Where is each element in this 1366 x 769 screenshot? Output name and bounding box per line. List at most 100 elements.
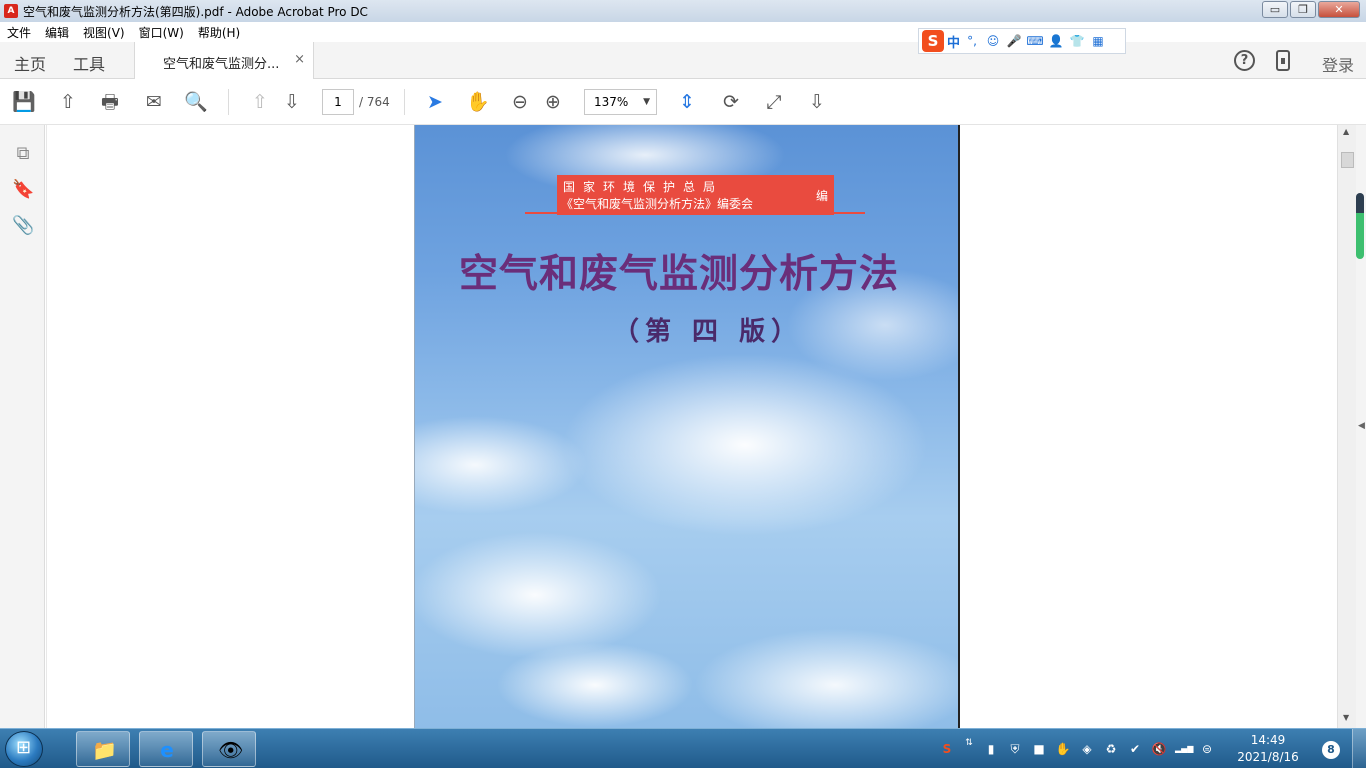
tab-home[interactable]: 主页 <box>14 51 46 75</box>
window-title: 空气和废气监测分析方法(第四版).pdf - Adobe Acrobat Pro… <box>23 4 368 19</box>
bookmark-icon[interactable]: 🔖 <box>12 179 34 203</box>
mobile-link-icon[interactable] <box>1276 50 1290 71</box>
next-page-icon[interactable]: ⇩ <box>280 90 304 114</box>
hand-tray-icon[interactable]: ✋ <box>1055 741 1071 757</box>
internet-explorer-icon: e <box>160 738 174 762</box>
book-edition: （第 四 版） <box>613 317 804 347</box>
green-status-marker <box>1356 193 1364 259</box>
start-button[interactable] <box>5 731 43 767</box>
windows-taskbar: 📁 e 👁 S ⇅ ▮ ⛨ ■ ✋ ◈ ♻ ✔ 🔇 ▂▄▆ ⊜ 14:49 20… <box>0 728 1366 769</box>
taskbar-explorer[interactable]: 📁 <box>76 731 130 767</box>
banner-underline <box>525 212 865 214</box>
scrollbar-thumb[interactable] <box>1341 152 1354 168</box>
tab-document[interactable]: 空气和废气监测分... × <box>134 42 314 79</box>
skin-icon[interactable]: 👕 <box>1068 32 1086 50</box>
email-icon[interactable]: ✉ <box>142 90 166 114</box>
toolbar-divider <box>228 89 229 115</box>
zoom-out-icon[interactable]: ⊖ <box>508 90 532 114</box>
toolbox-grid-icon[interactable]: ▦ <box>1089 32 1107 50</box>
window-title-bar: A 空气和废气监测分析方法(第四版).pdf - Adobe Acrobat P… <box>0 0 1366 22</box>
expand-right-pane-icon[interactable]: ◀ <box>1358 421 1365 431</box>
menu-help[interactable]: 帮助(H) <box>191 24 247 41</box>
page-thumbnails-icon[interactable]: ⧉ <box>12 143 34 167</box>
read-mode-icon[interactable]: ⇩ <box>805 90 829 114</box>
clock-date: 2021/8/16 <box>1237 750 1299 764</box>
system-tray: S ⇅ ▮ ⛨ ■ ✋ ◈ ♻ ✔ 🔇 ▂▄▆ ⊜ <box>925 729 1235 769</box>
punctuation-icon[interactable]: °, <box>963 32 981 50</box>
help-icon[interactable]: ? <box>1234 50 1255 71</box>
zoom-in-icon[interactable]: ⊕ <box>541 90 565 114</box>
scroll-up-icon[interactable]: ▲ <box>1343 127 1349 136</box>
shield-icon[interactable]: ⛨ <box>1007 741 1023 757</box>
check-icon[interactable]: ✔ <box>1127 741 1143 757</box>
menu-window[interactable]: 窗口(W) <box>132 24 191 41</box>
document-tab-label: 空气和废气监测分... <box>163 57 280 72</box>
full-screen-icon[interactable]: ⤢ <box>762 90 786 114</box>
hand-tool-icon[interactable]: ✋ <box>466 90 490 114</box>
keyboard-icon[interactable]: ⌨ <box>1026 32 1044 50</box>
ime-toolbar: S 中 °, ☺ 🎤 ⌨ 👤 👕 ▦ <box>918 28 1126 54</box>
window-controls: ▭ ❐ ✕ <box>1262 1 1360 18</box>
device-icon[interactable]: ■ <box>1031 741 1047 757</box>
publisher-banner: 国家环境保护总局 《空气和废气监测分析方法》编委会 编 <box>557 175 834 215</box>
menu-bar: 文件 编辑 视图(V) 窗口(W) 帮助(H) <box>0 22 1366 42</box>
toolbar-divider <box>404 89 405 115</box>
minimize-button[interactable]: ▭ <box>1262 1 1288 18</box>
publisher-line-2: 《空气和废气监测分析方法》编委会 <box>561 197 754 211</box>
menu-view[interactable]: 视图(V) <box>76 24 132 41</box>
close-window-button[interactable]: ✕ <box>1318 1 1360 18</box>
menu-file[interactable]: 文件 <box>0 24 38 41</box>
eye-tool-icon: 👁 <box>218 738 244 762</box>
page-total-label: / 764 <box>359 95 390 109</box>
show-desktop-button[interactable] <box>1352 729 1366 769</box>
notification-badge[interactable]: 8 <box>1322 741 1340 759</box>
close-tab-icon[interactable]: × <box>294 52 305 67</box>
book-title: 空气和废气监测分析方法 <box>459 251 900 297</box>
user-icon[interactable]: 👤 <box>1047 32 1065 50</box>
vertical-scrollbar[interactable]: ▲ ▼ <box>1337 125 1356 728</box>
search-icon[interactable]: 🔍 <box>184 90 208 114</box>
taskbar-screen-tool[interactable]: 👁 <box>202 731 256 767</box>
upload-cloud-icon[interactable]: ⇧ <box>56 90 80 114</box>
publisher-line-1: 国家环境保护总局 <box>563 180 724 194</box>
chevron-down-icon: ▼ <box>643 97 650 107</box>
menu-edit[interactable]: 编辑 <box>38 24 76 41</box>
emoji-icon[interactable]: ☺ <box>984 32 1002 50</box>
security-icon[interactable]: ◈ <box>1079 741 1095 757</box>
scroll-down-icon[interactable]: ▼ <box>1343 713 1349 722</box>
sky-cloud-background <box>415 125 958 728</box>
page-number-input[interactable]: 1 <box>322 89 354 115</box>
ime-mode-toggle[interactable]: 中 <box>947 32 960 51</box>
select-arrow-icon[interactable]: ➤ <box>423 90 447 114</box>
tab-bar: 主页 工具 空气和废气监测分... × ? 登录 <box>0 42 1366 79</box>
taskbar-ie[interactable]: e <box>139 731 193 767</box>
tab-tools[interactable]: 工具 <box>73 51 105 75</box>
sogou-tray-icon[interactable]: S <box>939 741 955 757</box>
acrobat-app-icon: A <box>4 4 18 18</box>
recycle-icon[interactable]: ♻ <box>1103 741 1119 757</box>
microphone-icon[interactable]: 🎤 <box>1005 32 1023 50</box>
publisher-suffix: 编 <box>815 189 828 203</box>
main-toolbar: 💾 ⇧ 🖶 ✉ 🔍 ⇧ ⇩ 1 / 764 ➤ ✋ ⊖ ⊕ 137% ▼ ⇕ ⟳… <box>0 79 1366 125</box>
login-link[interactable]: 登录 <box>1322 52 1354 76</box>
pdf-page-cover: 国家环境保护总局 《空气和废气监测分析方法》编委会 编 空气和废气监测分析方法 … <box>414 125 960 728</box>
right-pane-strip: ◀ <box>1356 125 1366 728</box>
signal-icon[interactable]: ▂▄▆ <box>1175 741 1193 757</box>
zoom-level-value: 137% <box>594 95 629 109</box>
sogou-logo-icon[interactable]: S <box>922 30 944 52</box>
rotate-view-icon[interactable]: ⟳ <box>719 90 743 114</box>
language-icon[interactable]: ⊜ <box>1199 741 1215 757</box>
document-view[interactable]: 国家环境保护总局 《空气和废气监测分析方法》编委会 编 空气和废气监测分析方法 … <box>46 125 1337 728</box>
previous-page-icon[interactable]: ⇧ <box>248 90 272 114</box>
attachment-icon[interactable]: 📎 <box>12 215 34 239</box>
network-arrows-icon[interactable]: ⇅ <box>961 735 977 751</box>
system-clock[interactable]: 14:49 2021/8/16 <box>1232 732 1304 766</box>
print-icon[interactable]: 🖶 <box>98 90 122 114</box>
zoom-level-select[interactable]: 137% ▼ <box>584 89 657 115</box>
volume-muted-icon[interactable]: 🔇 <box>1151 741 1167 757</box>
navigation-pane: ⧉ 🔖 📎 <box>0 125 45 728</box>
maximize-button[interactable]: ❐ <box>1290 1 1316 18</box>
usb-icon[interactable]: ▮ <box>983 741 999 757</box>
fit-page-icon[interactable]: ⇕ <box>675 90 699 114</box>
save-icon[interactable]: 💾 <box>12 90 36 114</box>
